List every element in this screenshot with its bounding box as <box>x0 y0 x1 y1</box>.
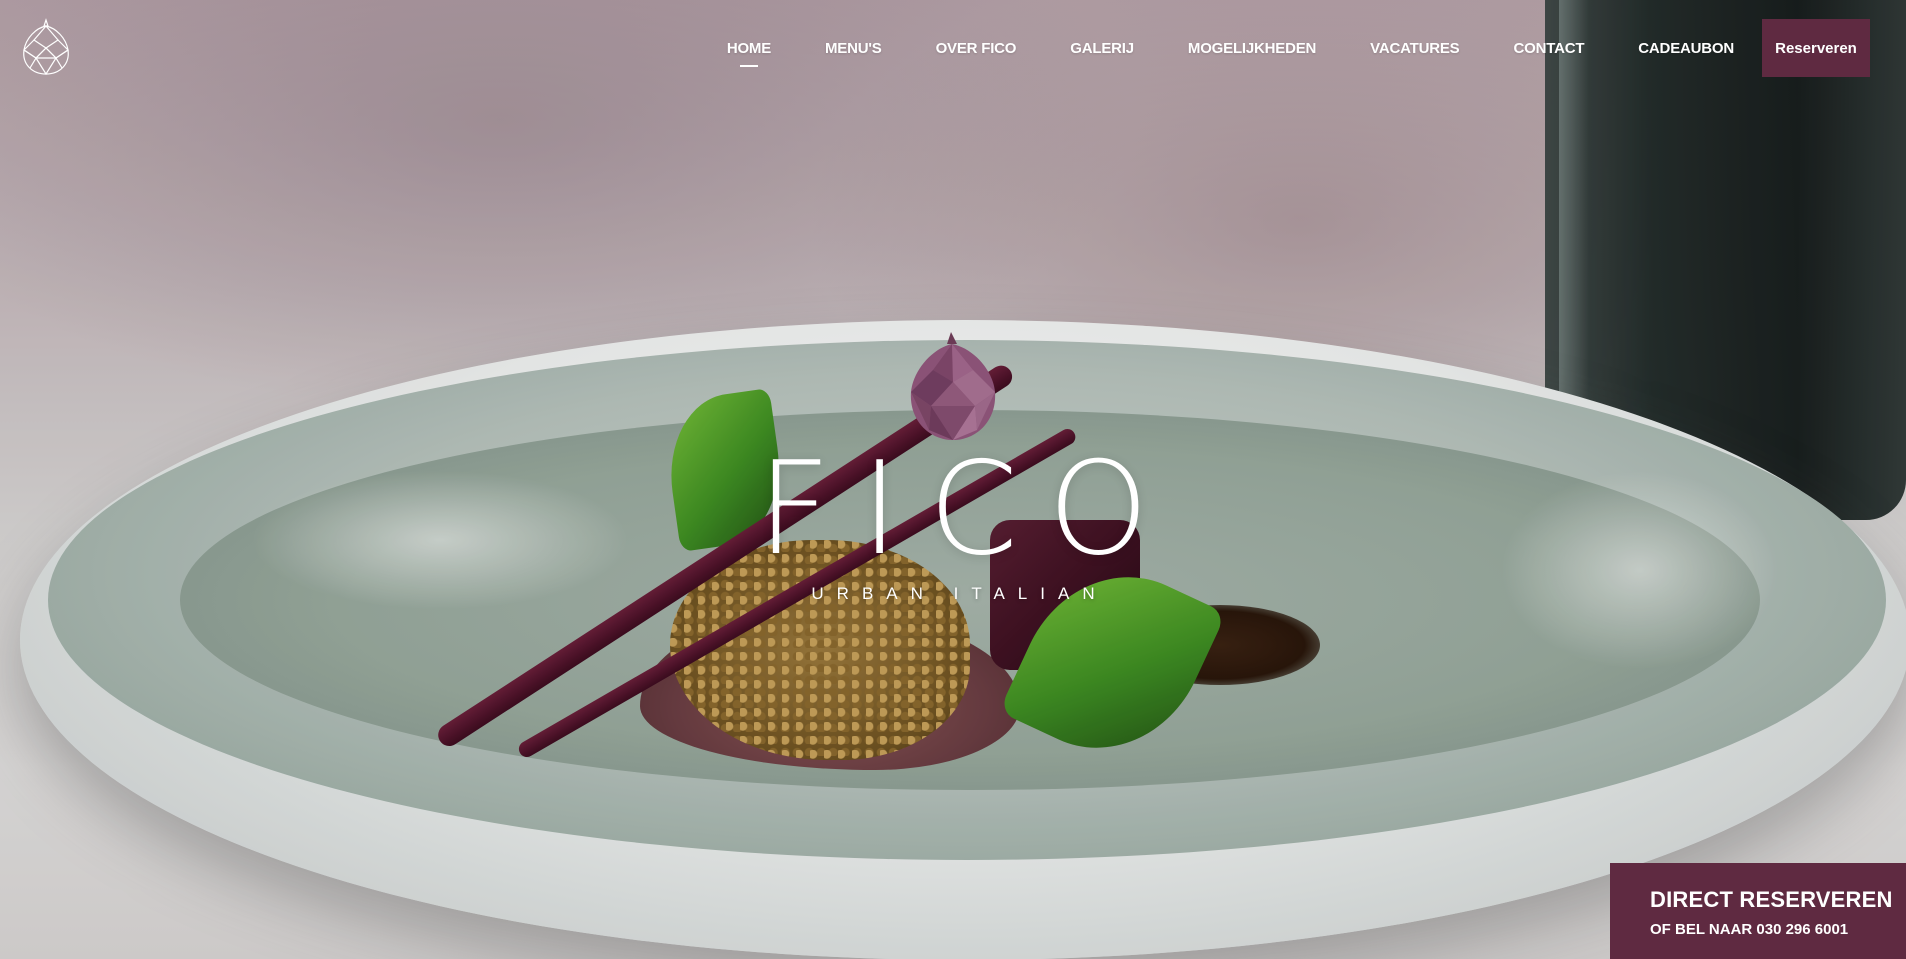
nav-item-cadeaubon[interactable]: CADEAUBON <box>1638 40 1734 57</box>
site-logo[interactable] <box>20 18 72 76</box>
nav-item-mogelijkheden[interactable]: MOGELIJKHEDEN <box>1188 40 1316 57</box>
hero-brand: FICO URBAN ITALIAN <box>0 330 1906 604</box>
nav-item-galerij[interactable]: GALERIJ <box>1070 40 1134 57</box>
main-navigation: HOME MENU'S OVER FICO GALERIJ MOGELIJKHE… <box>727 18 1870 78</box>
brand-name: FICO <box>757 435 1179 584</box>
fig-polygon-icon <box>910 332 996 440</box>
nav-item-home[interactable]: HOME <box>727 40 771 67</box>
direct-reserve-phone: OF BEL NAAR 030 296 6001 <box>1650 921 1849 938</box>
nav-item-contact[interactable]: CONTACT <box>1513 40 1584 57</box>
nav-item-over-fico[interactable]: OVER FICO <box>936 40 1017 57</box>
nav-item-vacatures[interactable]: VACATURES <box>1370 40 1460 57</box>
direct-reserve-title: DIRECT RESERVEREN <box>1650 887 1893 912</box>
nav-item-menus[interactable]: MENU'S <box>825 40 882 57</box>
brand-tagline: URBAN ITALIAN <box>811 584 1108 603</box>
fig-outline-icon <box>23 18 69 76</box>
reserve-button[interactable]: Reserveren <box>1762 19 1870 77</box>
direct-reserve-box[interactable]: DIRECT RESERVEREN OF BEL NAAR 030 296 60… <box>1610 863 1906 959</box>
